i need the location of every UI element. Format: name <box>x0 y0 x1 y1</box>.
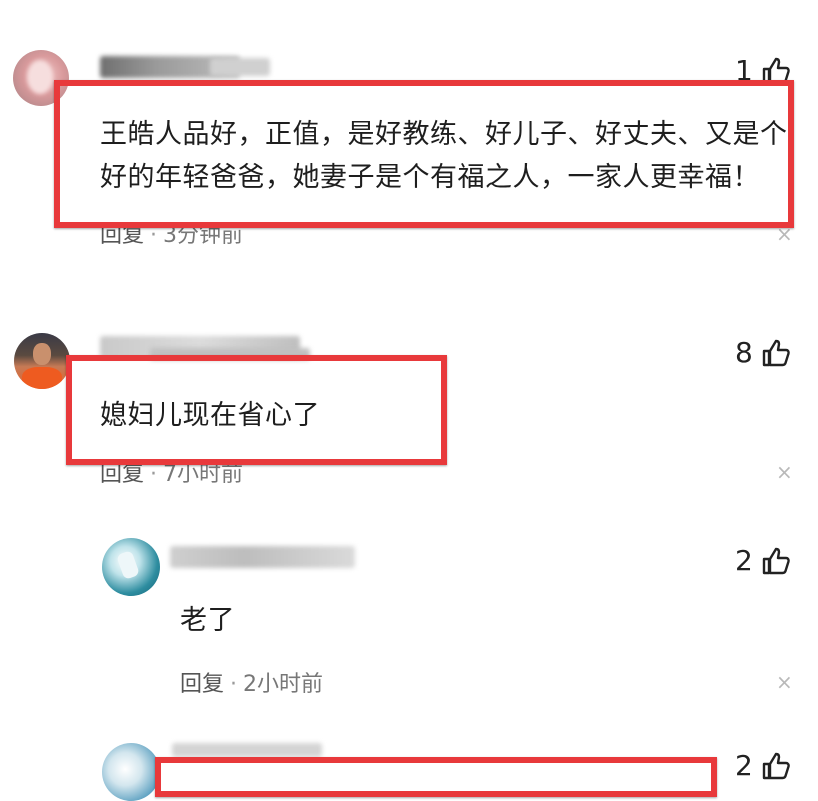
comment-2: 8 媳妇儿现在省心了 回复 · 7小时前 × <box>0 300 818 510</box>
like-button[interactable]: 2 <box>735 749 791 782</box>
reply-button[interactable]: 回复 <box>100 462 144 487</box>
comment-text: 老了 <box>180 605 235 636</box>
like-button[interactable]: 2 <box>735 544 791 577</box>
highlight-box <box>155 757 717 797</box>
avatar[interactable] <box>102 538 160 596</box>
like-count: 8 <box>735 336 753 369</box>
separator: · <box>230 672 238 697</box>
like-button[interactable]: 8 <box>735 336 791 369</box>
avatar[interactable] <box>14 333 70 389</box>
comment-1: 1 王皓人品好，正值，是好教练、好儿子、好丈夫、又是个 好的年轻爸爸，她妻子是个… <box>0 0 818 300</box>
separator: · <box>150 462 158 487</box>
avatar[interactable] <box>102 743 160 801</box>
thumbs-up-icon <box>761 546 791 576</box>
username-blurred-tail <box>210 58 270 76</box>
like-count: 2 <box>735 749 753 782</box>
reply-comment: 2 老了 回复 · 2小时前 × <box>0 510 818 725</box>
reply-button[interactable]: 回复 <box>180 672 224 697</box>
timestamp: 2小时前 <box>243 672 324 697</box>
timestamp: 7小时前 <box>163 462 244 487</box>
comment-4: 2 <box>0 725 818 801</box>
comment-meta: 回复 · 2小时前 <box>180 666 323 698</box>
highlight-box <box>54 80 794 228</box>
like-count: 2 <box>735 544 753 577</box>
highlight-box <box>66 355 447 465</box>
thumbs-up-icon <box>761 338 791 368</box>
close-icon[interactable]: × <box>776 670 793 694</box>
username-blurred[interactable] <box>170 546 355 568</box>
thumbs-up-icon <box>761 751 791 781</box>
close-icon[interactable]: × <box>776 460 793 484</box>
username-blurred[interactable] <box>172 743 322 757</box>
